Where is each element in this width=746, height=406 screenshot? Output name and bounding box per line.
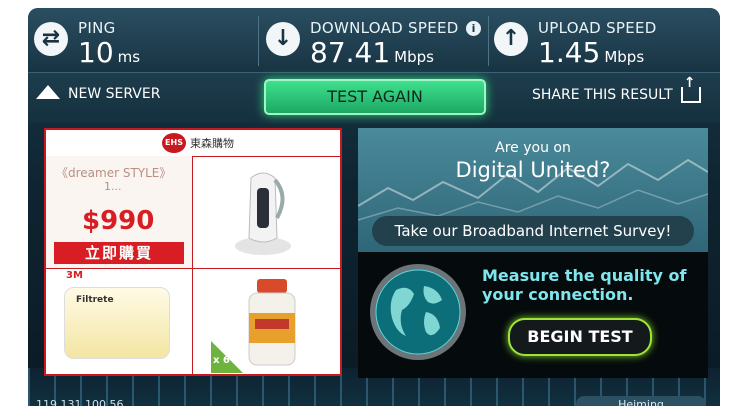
upload-icon: ↑ bbox=[494, 22, 528, 56]
share-icon bbox=[680, 75, 701, 103]
pillow-brand: Filtrete bbox=[76, 295, 114, 305]
survey-panel: Are you on Digital United? Take our Broa… bbox=[358, 128, 708, 252]
shopping-ad[interactable]: EHS 東森購物 《dreamer STYLE》 1... $990 立即購買 … bbox=[44, 128, 342, 376]
results-bar: ⇄ PING 10 ms ↓ DOWNLOAD SPEED 87.41 Mbps i… bbox=[28, 8, 720, 72]
measure-panel: Measure the quality of your connection. … bbox=[358, 252, 708, 378]
action-bar: NEW SERVER TEST AGAIN SHARE THIS RESULT bbox=[28, 72, 720, 123]
divider bbox=[258, 16, 259, 66]
share-result-button[interactable]: SHARE THIS RESULT bbox=[532, 75, 701, 103]
item-subtitle: 1... bbox=[104, 180, 122, 193]
ad-item-3m-pillow[interactable]: 3M Filtrete bbox=[46, 269, 193, 374]
survey-ad: Are you on Digital United? Take our Broa… bbox=[358, 128, 708, 378]
server-icon bbox=[36, 85, 60, 99]
ping-value: 10 ms bbox=[78, 36, 141, 69]
quantity-badge-label: x 6 bbox=[213, 355, 230, 366]
download-label: DOWNLOAD SPEED bbox=[310, 19, 459, 37]
new-server-button[interactable]: NEW SERVER bbox=[36, 85, 160, 102]
ehs-logo: EHS bbox=[162, 133, 186, 153]
ad-header: EHS 東森購物 bbox=[46, 130, 340, 157]
upload-stat: ↑ UPLOAD SPEED 1.45 Mbps bbox=[488, 8, 720, 72]
download-value: 87.41 Mbps bbox=[310, 36, 434, 69]
survey-button[interactable]: Take our Broadband Internet Survey! bbox=[372, 216, 694, 246]
ping-icon: ⇄ bbox=[34, 22, 68, 56]
ping-label: PING bbox=[78, 19, 116, 37]
buy-now-button[interactable]: 立即購買 bbox=[54, 242, 184, 264]
globe-icon bbox=[370, 264, 466, 360]
item-price: $990 bbox=[82, 206, 155, 236]
ping-stat: ⇄ PING 10 ms bbox=[28, 8, 258, 72]
store-name: 東森購物 bbox=[190, 137, 234, 150]
brand-3m: 3M bbox=[66, 270, 83, 281]
ad-item-vacuum[interactable] bbox=[193, 156, 340, 269]
begin-test-button[interactable]: BEGIN TEST bbox=[508, 318, 652, 356]
ad-item-pillow-deal[interactable]: 《dreamer STYLE》 1... $990 立即購買 bbox=[46, 156, 193, 269]
survey-question: Are you on bbox=[495, 140, 571, 156]
upload-label: UPLOAD SPEED bbox=[538, 19, 657, 37]
measure-text: Measure the quality of your connection. bbox=[482, 266, 687, 304]
info-icon[interactable]: i bbox=[466, 21, 481, 36]
survey-brand: Digital United? bbox=[455, 158, 611, 182]
upload-value: 1.45 Mbps bbox=[538, 36, 645, 69]
vitamin-bottle-image bbox=[248, 279, 296, 366]
download-icon: ↓ bbox=[266, 22, 300, 56]
vacuum-image bbox=[235, 172, 291, 255]
item-title: 《dreamer STYLE》 bbox=[56, 166, 172, 180]
ad-item-vitamin[interactable]: x 6 bbox=[193, 269, 340, 374]
ip-address: 119.131.100.56 bbox=[36, 398, 124, 406]
download-stat: ↓ DOWNLOAD SPEED 87.41 Mbps bbox=[260, 8, 486, 72]
status-badge: Heiming bbox=[576, 396, 706, 406]
test-again-button[interactable]: TEST AGAIN bbox=[264, 79, 486, 115]
